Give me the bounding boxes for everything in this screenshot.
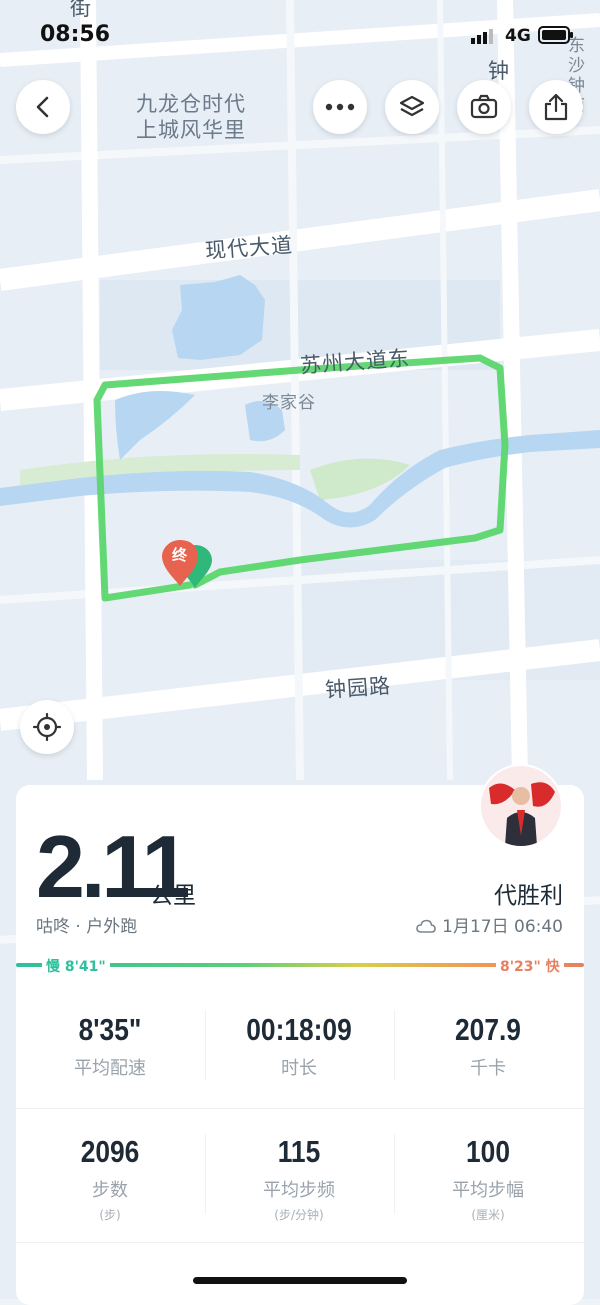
map-label-place: 李家谷 [262, 393, 316, 413]
user-avatar[interactable] [481, 766, 561, 846]
stat-value: 8'35" [78, 1012, 142, 1047]
stat-label: 时长 [281, 1058, 317, 1079]
divider [16, 1108, 584, 1109]
stat-unit: (步) [99, 1208, 121, 1222]
pace-slow-label: 慢 8'41" [42, 956, 110, 976]
stat-label: 平均步频 [263, 1180, 335, 1201]
stat-unit: (步/分钟) [274, 1208, 324, 1222]
more-button[interactable] [313, 80, 367, 134]
distance-unit: 公里 [150, 883, 196, 909]
status-bar: 08:56 4G [0, 0, 600, 70]
chevron-left-icon [36, 96, 49, 118]
more-dots-icon [325, 103, 355, 111]
stat-unit: (厘米) [471, 1208, 505, 1222]
divider [205, 1134, 206, 1214]
date-text: 1月17日 06:40 [442, 917, 563, 937]
locate-icon [32, 712, 62, 742]
map-label-area-2: 上城风华里 [136, 118, 246, 142]
stat-steps: 2096 步数 (步) [16, 1134, 204, 1223]
stat-duration: 00:18:09 时长 [205, 1012, 393, 1080]
stat-value: 115 [277, 1134, 321, 1169]
end-marker-label: 终 [172, 546, 189, 564]
user-name: 代胜利 [494, 883, 563, 909]
map-label-road-modern: 现代大道 [204, 232, 294, 264]
stat-value: 00:18:09 [246, 1012, 352, 1047]
divider [16, 1242, 584, 1243]
camera-icon [470, 94, 498, 119]
activity-type: 咕咚 · 户外跑 [36, 917, 138, 937]
share-button[interactable] [529, 80, 583, 134]
stat-avg-pace: 8'35" 平均配速 [16, 1012, 204, 1080]
battery-icon [538, 26, 574, 48]
screenshot-button[interactable] [457, 80, 511, 134]
stat-label: 步数 [92, 1180, 128, 1201]
divider [205, 1010, 206, 1080]
map-label-road-zhongyuan: 钟园路 [324, 673, 392, 703]
network-type: 4G [505, 26, 531, 46]
stat-value: 2096 [80, 1134, 140, 1169]
activity-date: 1月17日 06:40 [416, 912, 563, 937]
stat-label: 千卡 [470, 1058, 506, 1079]
layers-icon [399, 95, 425, 117]
map-layers-button[interactable] [385, 80, 439, 134]
status-time: 08:56 [40, 22, 111, 47]
locate-button[interactable] [20, 700, 74, 754]
signal-icon [471, 28, 495, 48]
home-indicator[interactable] [193, 1277, 407, 1284]
back-button[interactable] [16, 80, 70, 134]
stat-value: 207.9 [455, 1012, 521, 1047]
avatar-image [481, 766, 561, 846]
stat-label: 平均配速 [74, 1058, 146, 1079]
stat-stride: 100 平均步幅 (厘米) [394, 1134, 582, 1223]
stat-label: 平均步幅 [452, 1180, 524, 1201]
share-icon [544, 93, 568, 121]
stat-cadence: 115 平均步频 (步/分钟) [205, 1134, 393, 1223]
divider [394, 1134, 395, 1214]
divider [394, 1010, 395, 1080]
cloud-icon [416, 919, 436, 933]
stat-value: 100 [466, 1134, 510, 1169]
stat-calories: 207.9 千卡 [394, 1012, 582, 1080]
pace-fast-label: 8'23" 快 [496, 956, 564, 976]
